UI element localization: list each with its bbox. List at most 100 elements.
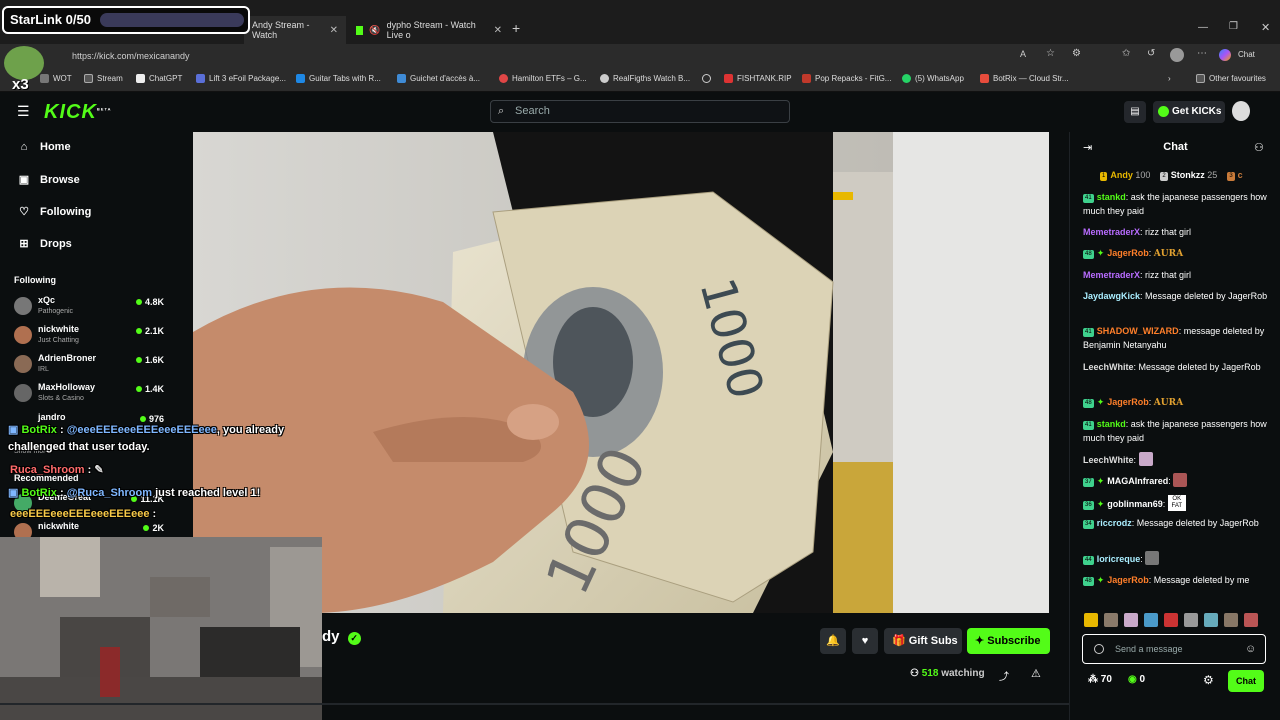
chat-users-icon[interactable]: ⚇ (1254, 141, 1264, 154)
globe-bookmark[interactable] (702, 74, 711, 83)
chat-username[interactable]: riccrodz (1097, 518, 1132, 528)
emote-image[interactable] (1244, 613, 1258, 627)
other-favourites[interactable]: Other favourites (1196, 74, 1266, 83)
bookmark-item[interactable]: (5) WhatsApp (902, 74, 964, 83)
chat-username[interactable]: JagerRob (1107, 397, 1149, 407)
bookmark-item[interactable]: ChatGPT (136, 74, 182, 83)
get-kicks-button[interactable]: Get KICKs (1153, 101, 1225, 123)
copilot-chat-label[interactable]: Chat (1238, 50, 1255, 59)
maximize-icon[interactable]: ❐ (1229, 21, 1238, 32)
share-icon[interactable]: ⤴ (999, 668, 1009, 683)
followed-channel[interactable]: MaxHolloway Slots & Casino 1.4K (14, 382, 164, 410)
channel-name-partial: dy ✓ (322, 628, 361, 645)
search-input[interactable]: ⌕ Search (490, 100, 790, 123)
chat-message: JaydawgKick: Message deleted by JagerRob (1083, 291, 1268, 301)
chat-message-input[interactable]: Send a message ☺ (1082, 634, 1266, 664)
chat-username[interactable]: SHADOW_WIZARD (1097, 326, 1179, 336)
subscribe-button[interactable]: ✦ Subscribe (967, 628, 1050, 654)
bookmark-item[interactable]: Stream (84, 74, 123, 83)
minimize-icon[interactable]: — (1198, 22, 1208, 33)
profile-avatar-icon[interactable] (1170, 48, 1184, 62)
emote-image (1145, 551, 1160, 565)
bookmark-item[interactable]: Hamilton ETFs – G... (499, 74, 587, 83)
extensions-icon[interactable]: ⚙ (1072, 48, 1081, 59)
chat-username[interactable]: LeechWhite (1083, 362, 1134, 372)
tab-andy-stream[interactable]: Andy Stream - Watch ✕ (244, 16, 346, 44)
emote-image[interactable] (1224, 613, 1238, 627)
chat-username[interactable]: JaydawgKick (1083, 291, 1140, 301)
emote-image[interactable] (1184, 613, 1198, 627)
dashboard-icon[interactable]: ▤ (1124, 101, 1146, 123)
bookmark-item[interactable]: Guichet d'accès à... (397, 74, 480, 83)
overlay-chat-line: ▣ BotRix : @eeeEEEeeeEEEeeeEEEeee, you a… (8, 423, 284, 436)
chat-username[interactable]: loricreque (1097, 554, 1141, 564)
url-field[interactable]: https://kick.com/mexicanandy (56, 48, 1206, 65)
menu-hamburger-icon[interactable]: ☰ (17, 103, 30, 120)
sidebar-item-home[interactable]: ⌂ Home (18, 141, 71, 153)
points-balance[interactable]: ◉ 0 (1128, 674, 1145, 685)
bookmark-item[interactable]: Pop Repacks - FitG... (802, 74, 891, 83)
overlay-text: challenged that user today. (8, 441, 150, 453)
chat-username[interactable]: JagerRob (1107, 575, 1149, 585)
close-window-icon[interactable]: ✕ (1261, 21, 1270, 34)
chat-identity-icon[interactable] (1094, 644, 1104, 654)
close-tab-icon[interactable]: ✕ (494, 25, 502, 36)
emote-image[interactable] (1104, 613, 1118, 627)
rank-badge: 1 (1100, 172, 1108, 181)
bookmark-item[interactable]: BotRix — Cloud Str... (980, 74, 1069, 83)
bookmark-item[interactable]: Guitar Tabs with R... (296, 74, 381, 83)
followed-channel[interactable]: AdrienBroner IRL 1.6K (14, 353, 164, 381)
sidebar-item-browse[interactable]: ▣ Browse (18, 173, 80, 187)
bookmark-item[interactable]: WOT (40, 74, 72, 83)
collections-icon[interactable]: ✩ (1122, 48, 1130, 59)
gift-subs-button[interactable]: 🎁 Gift Subs (884, 628, 962, 654)
chat-message: 41 SHADOW_WIZARD: message deleted by Benj… (1083, 326, 1265, 350)
send-chat-button[interactable]: Chat (1228, 670, 1264, 692)
emoji-picker-icon[interactable]: ☺ (1245, 635, 1256, 663)
emote-image[interactable] (1144, 613, 1158, 627)
chat-username[interactable]: goblinman69 (1107, 499, 1163, 509)
history-icon[interactable]: ↺ (1147, 48, 1155, 59)
emote-image[interactable] (1204, 613, 1218, 627)
favorite-star-icon[interactable]: ☆ (1046, 48, 1055, 59)
bookmark-item[interactable]: FISHTANK.RIP (724, 74, 792, 83)
chat-text: Message deleted by JagerRob (1136, 518, 1259, 528)
notification-bell-button[interactable]: 🔔 (820, 628, 846, 654)
chat-username[interactable]: MemetraderX (1083, 227, 1140, 237)
site-icon (196, 74, 205, 83)
chat-text: rizz that girl (1145, 227, 1192, 237)
chat-username[interactable]: MemetraderX (1083, 270, 1140, 280)
sub-badge: 44 (1083, 556, 1094, 565)
report-warning-icon[interactable]: ⚠ (1031, 667, 1041, 680)
more-menu-icon[interactable]: ⋯ (1197, 48, 1207, 59)
follow-heart-button[interactable]: ♥ (852, 628, 878, 654)
muted-speaker-icon[interactable]: 🔇 (369, 25, 380, 36)
chat-username[interactable]: MAGAInfrared (1107, 476, 1168, 486)
followed-channel[interactable]: nickwhite Just Chatting 2.1K (14, 324, 164, 352)
new-tab-button[interactable]: + (512, 20, 520, 36)
kick-logo[interactable]: KICKBETA (44, 101, 111, 124)
sidebar-item-following[interactable]: ♡ Following (18, 205, 91, 219)
bookmarks-overflow-icon[interactable]: › (1168, 74, 1171, 83)
sidebar-item-drops[interactable]: ⊞ Drops (18, 237, 71, 251)
read-aloud-icon[interactable]: A (1020, 49, 1026, 59)
bookmark-item[interactable]: RealFigths Watch B... (600, 74, 690, 83)
emote-image[interactable] (1124, 613, 1138, 627)
chat-username[interactable]: stankd (1097, 192, 1126, 202)
chat-username[interactable]: LeechWhite (1083, 455, 1134, 465)
emote-image[interactable] (1164, 613, 1178, 627)
chat-settings-gear-icon[interactable]: ⚙ (1203, 673, 1214, 687)
leader-points: 100 (1135, 170, 1151, 180)
followed-channel[interactable]: xQc Pathogenic 4.8K (14, 295, 164, 323)
tab-dypho-stream[interactable]: 🔇 dypho Stream - Watch Live o ✕ (348, 16, 510, 44)
chat-username[interactable]: stankd (1097, 419, 1126, 429)
copilot-icon[interactable] (1219, 49, 1231, 61)
bookmark-item[interactable]: Lift 3 eFoil Package... (196, 74, 286, 83)
chat-username[interactable]: JagerRob (1107, 248, 1149, 258)
emote-image[interactable] (1084, 613, 1098, 627)
kicks-balance[interactable]: ⁂ 70 (1088, 674, 1112, 685)
user-avatar[interactable] (1232, 101, 1250, 121)
bot-icon: ▣ (8, 424, 19, 436)
close-tab-icon[interactable]: ✕ (330, 25, 338, 36)
overlay-separator: : (84, 464, 95, 476)
